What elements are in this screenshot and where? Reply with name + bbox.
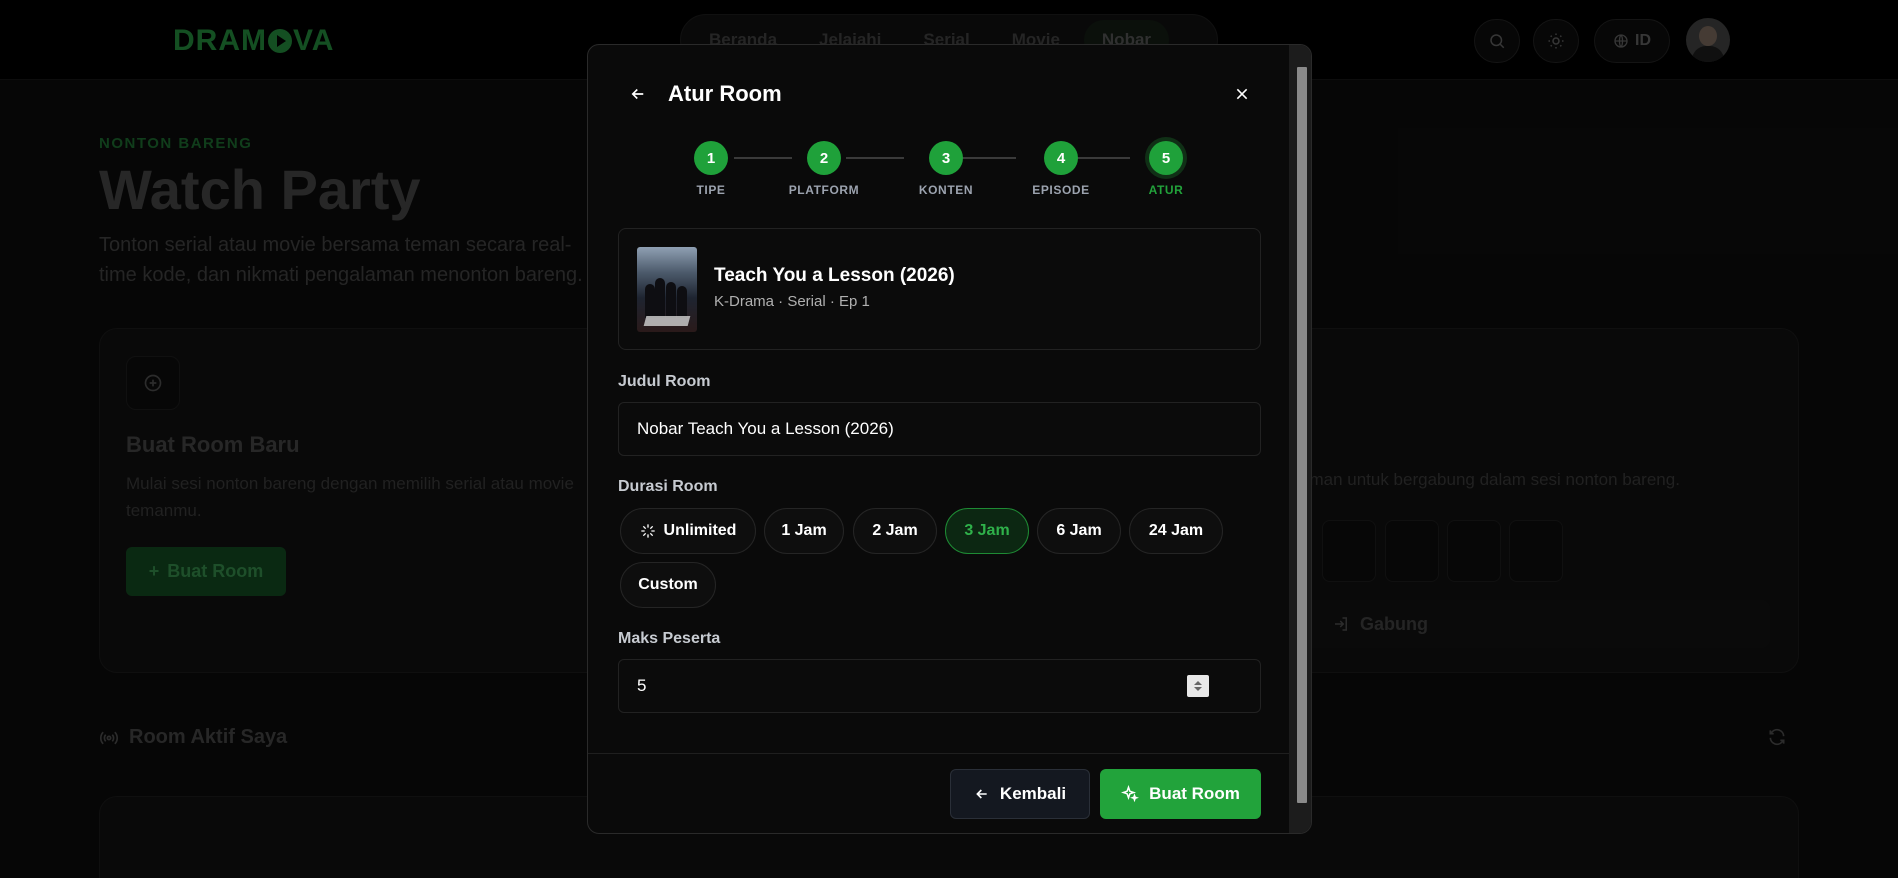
stepper-step-atur: 5 ATUR xyxy=(1126,141,1206,197)
create-room-label: Buat Room xyxy=(1149,784,1240,803)
room-title-label: Judul Room xyxy=(618,373,711,390)
modal-title: Atur Room xyxy=(668,81,782,106)
modal-close-button[interactable] xyxy=(1229,81,1255,107)
step-number: 2 xyxy=(807,141,841,175)
duration-option-custom[interactable]: Custom xyxy=(620,562,716,608)
close-icon xyxy=(1236,88,1248,100)
selected-content-card: Teach You a Lesson (2026) K-Drama · Seri… xyxy=(618,228,1261,350)
content-meta: K-Drama · Serial · Ep 1 xyxy=(714,293,870,310)
duration-option-unlimited[interactable]: Unlimited xyxy=(620,508,756,554)
duration-option-label: Custom xyxy=(638,576,698,593)
step-label: EPISODE xyxy=(1032,183,1090,197)
duration-option-6-jam[interactable]: 6 Jam xyxy=(1037,508,1121,554)
step-label: ATUR xyxy=(1148,183,1184,197)
stepper-step-platform: 2 PLATFORM xyxy=(784,141,864,197)
modal-footer-divider xyxy=(588,753,1291,754)
duration-option-1-jam[interactable]: 1 Jam xyxy=(764,508,844,554)
step-label: KONTEN xyxy=(918,183,974,197)
room-title-input[interactable]: Nobar Teach You a Lesson (2026) xyxy=(618,402,1261,456)
duration-label: Durasi Room xyxy=(618,478,718,495)
step-number: 3 xyxy=(929,141,963,175)
modal-scrollbar[interactable] xyxy=(1289,45,1311,833)
number-stepper[interactable] xyxy=(1187,675,1209,697)
step-number: 1 xyxy=(694,141,728,175)
step-label: PLATFORM xyxy=(788,183,860,197)
duration-option-24-jam[interactable]: 24 Jam xyxy=(1129,508,1223,554)
duration-option-label: 3 Jam xyxy=(964,522,1010,539)
duration-option-label: Unlimited xyxy=(663,522,737,539)
duration-option-2-jam[interactable]: 2 Jam xyxy=(853,508,937,554)
step-number: 4 xyxy=(1044,141,1078,175)
back-button[interactable]: Kembali xyxy=(950,769,1090,819)
stepper-up-icon[interactable] xyxy=(1194,681,1202,685)
max-participants-label: Maks Peserta xyxy=(618,630,721,647)
room-settings-modal: Atur Room 1 TIPE 2 PLATFORM 3 KONTEN 4 E… xyxy=(587,44,1312,834)
arrow-left-icon xyxy=(976,789,987,799)
sparkle-loader-icon xyxy=(640,524,655,538)
back-button-label: Kembali xyxy=(999,784,1067,803)
step-label: TIPE xyxy=(696,183,726,197)
duration-option-label: 2 Jam xyxy=(872,522,918,539)
sparkles-icon xyxy=(1121,785,1140,803)
duration-option-label: 6 Jam xyxy=(1056,522,1102,539)
stepper-down-icon[interactable] xyxy=(1194,687,1202,691)
duration-option-label: 1 Jam xyxy=(781,522,827,539)
stepper-step-episode: 4 EPISODE xyxy=(1021,141,1101,197)
duration-option-label: 24 Jam xyxy=(1148,522,1204,539)
arrow-left-icon xyxy=(631,88,644,100)
step-number: 5 xyxy=(1149,141,1183,175)
duration-option-3-jam[interactable]: 3 Jam xyxy=(945,508,1029,554)
stepper-step-konten: 3 KONTEN xyxy=(906,141,986,197)
max-participants-input[interactable]: 5 xyxy=(618,659,1261,713)
stepper-step-tipe: 1 TIPE xyxy=(671,141,751,197)
create-room-button[interactable]: Buat Room xyxy=(1100,769,1261,819)
content-poster xyxy=(637,247,697,332)
modal-scrollbar-thumb[interactable] xyxy=(1297,67,1307,803)
modal-back-button[interactable] xyxy=(625,81,651,107)
content-title: Teach You a Lesson (2026) xyxy=(714,265,955,286)
